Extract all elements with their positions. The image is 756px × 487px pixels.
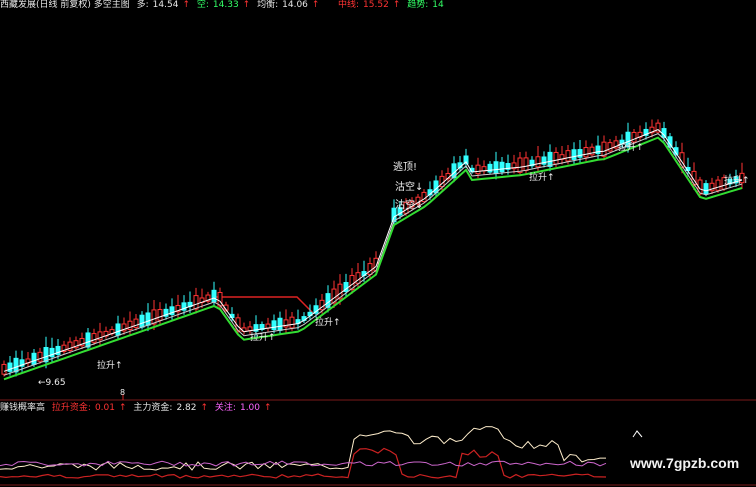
zhuli-fund-value: 2.82 <box>176 403 197 413</box>
ma-mid-line <box>3 133 743 376</box>
lasheng-signal-1: 拉升↑ <box>97 361 123 371</box>
candle-body <box>487 163 493 173</box>
watermark: www.7gpzb.com <box>630 455 740 471</box>
ma-fast-line <box>3 129 743 372</box>
candle-body <box>151 309 157 325</box>
sub-indicator-header: 赚钱概率高 拉升资金: 0.01 ↑ 主力资金: 2.82 ↑ 关注: 1.00 ↑ <box>0 403 272 413</box>
sub-fragment <box>632 430 643 438</box>
candle-body <box>157 309 163 321</box>
candles-group <box>1 119 745 377</box>
lasheng-fund-value: 0.01 <box>94 403 115 413</box>
guanzhu-label: 关注: <box>214 403 236 413</box>
candle-body <box>13 357 19 373</box>
candle-body <box>139 314 145 328</box>
candle-body <box>43 347 49 363</box>
candle-body <box>535 156 541 168</box>
candle-body <box>193 295 199 310</box>
escape-top-signal: 逃顶! <box>393 162 418 173</box>
candle-body <box>715 179 721 191</box>
candle-body <box>367 263 373 275</box>
candle-body <box>523 157 529 172</box>
candle-body <box>85 332 91 348</box>
candle-body <box>91 333 97 343</box>
axis-tick-label: 8 <box>120 388 126 397</box>
candle-body <box>271 320 277 331</box>
candle-body <box>31 352 37 365</box>
candle-body <box>289 316 295 329</box>
candle-body <box>355 272 361 284</box>
candle-body <box>145 312 151 326</box>
guanzhu-value: 1.00 <box>239 403 261 413</box>
candle-body <box>565 150 571 162</box>
lasheng-signal-6: 拉升↑ <box>724 176 750 186</box>
candle-body <box>553 151 559 165</box>
candle-body <box>37 351 43 362</box>
candle-body <box>115 323 121 336</box>
candle-body <box>583 147 589 158</box>
lasheng-signal-3: 拉升↑ <box>315 318 341 328</box>
candle-body <box>571 149 577 160</box>
lasheng-signal-5: 拉升↑ <box>618 143 644 153</box>
candle-body <box>661 128 667 138</box>
low-price-label: ←9.65 <box>38 378 66 388</box>
candle-body <box>277 317 283 331</box>
zhuli-fund-label: 主力资金: <box>133 403 173 413</box>
ma-slow-line <box>3 136 743 381</box>
short-signal-2: 沽空↓ <box>395 200 424 211</box>
candle-body <box>703 183 709 195</box>
candle-body <box>493 161 499 174</box>
candle-body <box>517 157 523 173</box>
candle-body <box>475 164 481 175</box>
lasheng-signal-4: 拉升↑ <box>529 173 555 183</box>
candle-body <box>499 161 505 173</box>
candle-body <box>211 289 217 303</box>
short-signal-1: 沽空↓ <box>395 182 424 193</box>
candle-body <box>1 363 7 375</box>
lasheng-fund-label: 拉升资金: <box>51 403 91 413</box>
lasheng-signal-2: 拉升↑ <box>250 333 276 343</box>
candle-body <box>547 151 553 167</box>
sub-title: 赚钱概率高 <box>0 403 46 413</box>
